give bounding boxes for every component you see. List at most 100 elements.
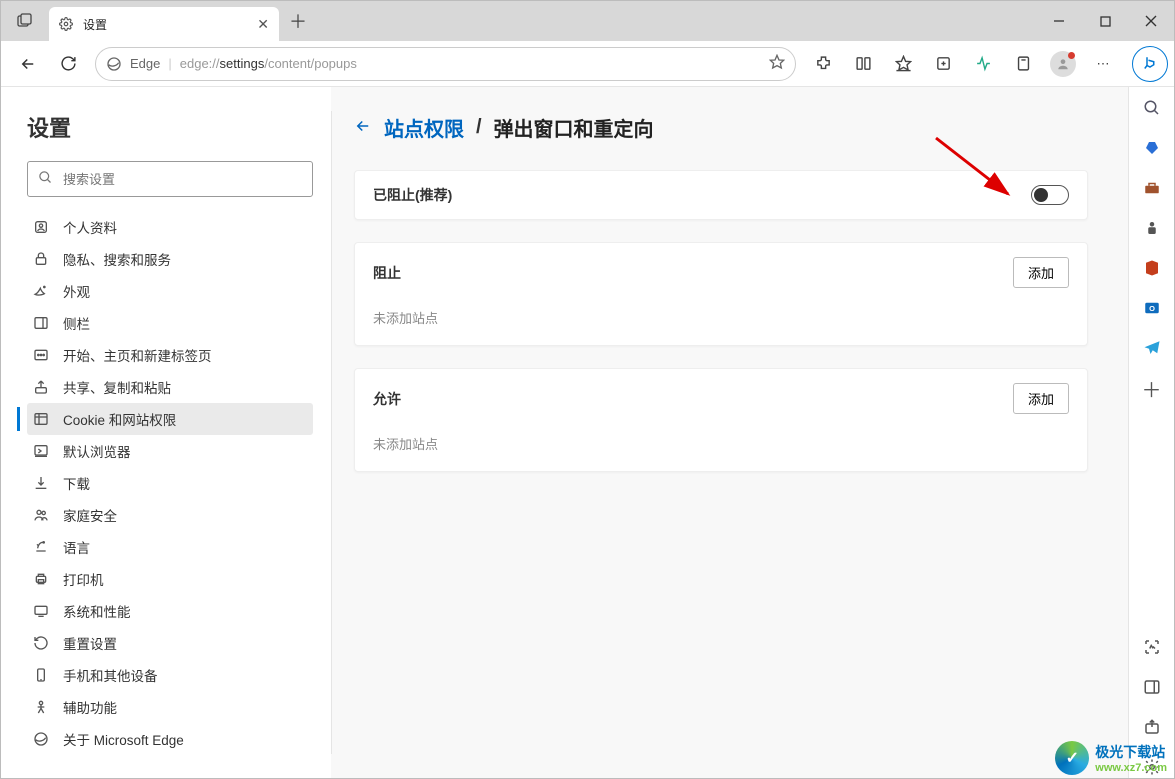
nav-icon bbox=[33, 347, 51, 363]
collections-icon[interactable] bbox=[926, 47, 960, 81]
sidebar-item[interactable]: 开始、主页和新建标签页 bbox=[27, 339, 313, 371]
tab-active[interactable]: 设置 ✕ bbox=[49, 7, 279, 41]
toolbar: Edge | edge://settings/content/popups ⋯ bbox=[1, 41, 1174, 87]
performance-icon[interactable] bbox=[966, 47, 1000, 81]
sidebar-telegram-icon[interactable] bbox=[1141, 337, 1163, 359]
tab-title: 设置 bbox=[83, 16, 249, 33]
sidebar-item[interactable]: 个人资料 bbox=[27, 211, 313, 243]
refresh-button[interactable] bbox=[51, 47, 85, 81]
app-icon[interactable] bbox=[1006, 47, 1040, 81]
more-menu-icon[interactable]: ⋯ bbox=[1086, 47, 1120, 81]
sidebar-item[interactable]: 默认浏览器 bbox=[27, 435, 313, 467]
tab-close-icon[interactable]: ✕ bbox=[257, 16, 269, 33]
favorites-icon[interactable] bbox=[886, 47, 920, 81]
settings-search[interactable] bbox=[27, 161, 313, 197]
block-empty-text: 未添加站点 bbox=[373, 308, 438, 327]
sidebar-item-label: 个人资料 bbox=[63, 217, 117, 237]
content-body: 设置 个人资料隐私、搜索和服务外观侧栏开始、主页和新建标签页共享、复制和粘贴Co… bbox=[1, 87, 1174, 778]
sidebar-item[interactable]: 侧栏 bbox=[27, 307, 313, 339]
sidebar-screenshot-icon[interactable] bbox=[1141, 636, 1163, 658]
nav-icon bbox=[33, 283, 51, 299]
sidebar-item-label: 外观 bbox=[63, 281, 90, 301]
extensions-icon[interactable] bbox=[806, 47, 840, 81]
sidebar-games-icon[interactable] bbox=[1141, 217, 1163, 239]
card-allow-list: 允许 添加 未添加站点 bbox=[354, 368, 1088, 472]
address-bar[interactable]: Edge | edge://settings/content/popups bbox=[95, 47, 796, 81]
sidebar-item-label: 语言 bbox=[63, 537, 90, 557]
toggle-knob bbox=[1034, 188, 1048, 202]
profile-avatar[interactable] bbox=[1046, 47, 1080, 81]
sidebar-item[interactable]: 系统和性能 bbox=[27, 595, 313, 627]
sidebar-item-label: 侧栏 bbox=[63, 313, 90, 333]
allow-add-button[interactable]: 添加 bbox=[1013, 383, 1069, 414]
avatar-icon bbox=[1050, 51, 1076, 77]
sidebar-share-icon[interactable] bbox=[1141, 716, 1163, 738]
allow-section-label: 允许 bbox=[373, 389, 401, 409]
sidebar-panel-icon[interactable] bbox=[1141, 676, 1163, 698]
nav-icon bbox=[33, 539, 51, 555]
sidebar-item[interactable]: 隐私、搜索和服务 bbox=[27, 243, 313, 275]
sidebar-item[interactable]: 手机和其他设备 bbox=[27, 659, 313, 691]
settings-content: 站点权限 / 弹出窗口和重定向 已阻止(推荐) 阻止 添加 未添加站点 bbox=[332, 87, 1128, 778]
back-button[interactable] bbox=[11, 47, 45, 81]
sidebar-item[interactable]: 辅助功能 bbox=[27, 691, 313, 723]
sidebar-item[interactable]: 共享、复制和粘贴 bbox=[27, 371, 313, 403]
bing-chat-button[interactable] bbox=[1132, 46, 1168, 82]
nav-icon bbox=[33, 507, 51, 523]
sidebar-settings-icon[interactable] bbox=[1141, 756, 1163, 778]
close-button[interactable] bbox=[1128, 1, 1174, 41]
blocked-toggle[interactable] bbox=[1031, 185, 1069, 205]
settings-area: 设置 个人资料隐私、搜索和服务外观侧栏开始、主页和新建标签页共享、复制和粘贴Co… bbox=[1, 87, 1128, 778]
titlebar: 设置 ✕ ＋ bbox=[1, 1, 1174, 41]
nav-icon bbox=[33, 475, 51, 491]
split-screen-icon[interactable] bbox=[846, 47, 880, 81]
favorite-star-icon[interactable] bbox=[769, 54, 785, 73]
nav-icon bbox=[33, 699, 51, 715]
block-add-button[interactable]: 添加 bbox=[1013, 257, 1069, 288]
breadcrumb-back-icon[interactable] bbox=[354, 117, 372, 138]
nav-icon bbox=[33, 635, 51, 651]
settings-nav: 个人资料隐私、搜索和服务外观侧栏开始、主页和新建标签页共享、复制和粘贴 Cooki… bbox=[27, 211, 313, 755]
tabs-overview-icon bbox=[17, 13, 33, 29]
sidebar-office-icon[interactable] bbox=[1141, 257, 1163, 279]
sidebar-search-icon[interactable] bbox=[1141, 97, 1163, 119]
minimize-button[interactable] bbox=[1036, 1, 1082, 41]
sidebar-item-label: 关于 Microsoft Edge bbox=[63, 729, 184, 749]
sidebar-item[interactable]: Cookie 和网站权限 bbox=[27, 403, 313, 435]
sidebar-item[interactable]: 下载 bbox=[27, 467, 313, 499]
sidebar-item[interactable]: 家庭安全 bbox=[27, 499, 313, 531]
breadcrumb-site-permissions[interactable]: 站点权限 bbox=[384, 113, 464, 142]
breadcrumb-current: 弹出窗口和重定向 bbox=[494, 113, 654, 142]
search-icon bbox=[38, 170, 53, 188]
address-url: edge://settings/content/popups bbox=[180, 56, 357, 71]
sidebar-item[interactable]: 语言 bbox=[27, 531, 313, 563]
breadcrumb: 站点权限 / 弹出窗口和重定向 bbox=[354, 113, 1088, 142]
allow-empty-text: 未添加站点 bbox=[373, 434, 438, 453]
nav-icon bbox=[33, 411, 51, 427]
sidebar-item-label: 隐私、搜索和服务 bbox=[63, 249, 171, 269]
settings-search-input[interactable] bbox=[63, 172, 302, 187]
sidebar-outlook-icon[interactable]: O bbox=[1141, 297, 1163, 319]
sidebar-item-label: 共享、复制和粘贴 bbox=[63, 377, 171, 397]
new-tab-button[interactable]: ＋ bbox=[283, 6, 313, 36]
blocked-toggle-label: 已阻止(推荐) bbox=[373, 185, 452, 205]
sidebar-shopping-icon[interactable] bbox=[1141, 137, 1163, 159]
sidebar-item[interactable]: 重置设置 bbox=[27, 627, 313, 659]
gear-icon bbox=[59, 17, 75, 31]
breadcrumb-separator: / bbox=[476, 116, 482, 139]
sidebar-add-icon[interactable]: ＋ bbox=[1141, 377, 1163, 399]
sidebar-item[interactable]: 外观 bbox=[27, 275, 313, 307]
maximize-button[interactable] bbox=[1082, 1, 1128, 41]
nav-icon bbox=[33, 571, 51, 587]
address-edge-label: Edge bbox=[130, 56, 160, 71]
sidebar-item-label: 开始、主页和新建标签页 bbox=[63, 345, 212, 365]
sidebar-item-label: 重置设置 bbox=[63, 633, 117, 653]
sidebar-item-label: 打印机 bbox=[63, 569, 104, 589]
sidebar-item-label: 系统和性能 bbox=[63, 601, 131, 621]
card-blocked-toggle: 已阻止(推荐) bbox=[354, 170, 1088, 220]
nav-icon bbox=[33, 667, 51, 683]
sidebar-item[interactable]: 打印机 bbox=[27, 563, 313, 595]
sidebar-tools-icon[interactable] bbox=[1141, 177, 1163, 199]
sidebar-item[interactable]: 关于 Microsoft Edge bbox=[27, 723, 313, 755]
tab-overview-button[interactable] bbox=[1, 13, 49, 29]
